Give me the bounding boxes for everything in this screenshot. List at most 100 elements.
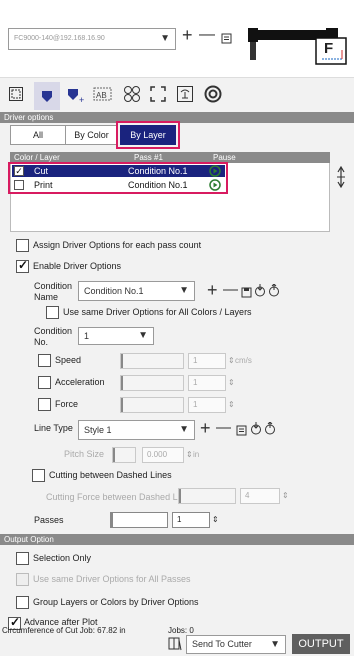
condition-no-select[interactable]: 1 ▼: [78, 327, 154, 345]
export-line-type-icon[interactable]: [264, 421, 276, 437]
text-ab-icon[interactable]: AB: [93, 86, 113, 105]
output-button[interactable]: OUTPUT: [292, 634, 350, 654]
acceleration-checkbox[interactable]: [38, 376, 51, 389]
remove-device-icon[interactable]: —: [199, 27, 215, 43]
force-slider[interactable]: [120, 397, 184, 413]
remove-condition-icon[interactable]: —: [223, 282, 238, 297]
send-to-select[interactable]: Send To Cutter ▼: [186, 635, 286, 654]
speed-checkbox[interactable]: [38, 354, 51, 367]
line-type-value: Style 1: [84, 425, 112, 435]
force-checkbox[interactable]: [38, 398, 51, 411]
row-checkbox[interactable]: ✓: [14, 166, 24, 176]
send-to-value: Send To Cutter: [192, 639, 252, 649]
save-icon[interactable]: [241, 286, 252, 300]
dashed-force-spinner-icon[interactable]: ⇕: [282, 491, 289, 500]
add-device-icon[interactable]: +: [182, 26, 193, 44]
tab-all-label: All: [32, 130, 43, 140]
selection-only-label: Selection Only: [33, 553, 92, 563]
pitch-size-input[interactable]: 0.000: [142, 447, 184, 463]
assign-per-pass-checkbox[interactable]: [16, 239, 29, 252]
group-layers-checkbox[interactable]: [16, 596, 29, 609]
pitch-size-unit: in: [193, 450, 200, 459]
driver-options-icon[interactable]: [34, 82, 60, 110]
speed-spinner-icon[interactable]: ⇕: [228, 356, 235, 365]
pause-icon[interactable]: [209, 179, 221, 194]
chevron-down-icon: ▼: [179, 424, 189, 435]
chevron-down-icon: ▼: [160, 33, 170, 44]
export-icon[interactable]: [268, 283, 280, 299]
use-same-all-layers-checkbox[interactable]: [46, 306, 59, 319]
add-condition-icon[interactable]: +: [207, 281, 218, 299]
page-setup-icon[interactable]: [8, 86, 24, 105]
speed-slider[interactable]: [120, 353, 184, 369]
force-label: Force: [55, 399, 79, 409]
tab-all[interactable]: All: [10, 125, 66, 145]
svg-text:+: +: [79, 95, 84, 104]
device-selector[interactable]: FC9000-140@192.168.16.90 ▼: [8, 28, 176, 50]
speed-unit: cm/s: [235, 356, 252, 365]
import-line-type-icon[interactable]: [250, 422, 262, 437]
book-icon[interactable]: [168, 637, 182, 654]
pitch-size-slider[interactable]: [112, 447, 136, 463]
force-input[interactable]: 1: [188, 397, 226, 413]
device-selector-value: FC9000-140@192.168.16.90: [14, 35, 105, 42]
pause-icon[interactable]: [209, 165, 221, 180]
enable-driver-options-label: Enable Driver Options: [33, 261, 122, 271]
tab-by-color-label: By Color: [74, 130, 109, 140]
weed-icon[interactable]: [176, 85, 194, 106]
acceleration-slider[interactable]: [120, 375, 184, 391]
passes-slider[interactable]: [110, 512, 168, 528]
add-line-type-icon[interactable]: +: [200, 419, 211, 437]
pitch-size-label: Pitch Size: [64, 449, 105, 459]
edit-line-type-icon[interactable]: [236, 424, 247, 438]
circumference-text: Circumference of Cut Job: 67.82 in: [2, 626, 126, 635]
svg-text:AB: AB: [96, 91, 107, 100]
tab-by-layer-label: By Layer: [130, 130, 166, 140]
dashed-force-slider[interactable]: [178, 488, 236, 504]
remove-line-type-icon[interactable]: —: [216, 420, 231, 435]
selection-only-checkbox[interactable]: [16, 552, 29, 565]
help-lifebuoy-icon[interactable]: [204, 85, 222, 106]
registration-marks-icon[interactable]: [123, 85, 141, 106]
row-name: Print: [34, 180, 53, 190]
table-row[interactable]: ✓ Cut Condition No.1: [12, 165, 225, 177]
chevron-down-icon: ▼: [270, 639, 280, 650]
force-spinner-icon[interactable]: ⇕: [228, 400, 235, 409]
table-row[interactable]: Print Condition No.1: [12, 179, 225, 191]
use-same-passes-checkbox: [16, 573, 29, 586]
enable-driver-options-checkbox[interactable]: [16, 258, 29, 273]
jobs-count: Jobs: 0: [168, 626, 194, 635]
line-type-label: Line Type: [34, 423, 73, 433]
acceleration-label: Acceleration: [55, 377, 105, 387]
condition-name-value: Condition No.1: [84, 286, 144, 296]
add-driver-option-icon[interactable]: +: [66, 86, 86, 107]
cutter-label: F: [324, 40, 334, 57]
condition-name-select[interactable]: Condition No.1 ▼: [78, 281, 195, 301]
dashed-force-input[interactable]: 4: [240, 488, 280, 504]
chevron-down-icon: ▼: [138, 330, 148, 341]
speed-label: Speed: [55, 355, 82, 365]
import-icon[interactable]: [254, 284, 266, 299]
group-layers-label: Group Layers or Colors by Driver Options: [33, 597, 199, 607]
row-condition: Condition No.1: [128, 180, 188, 190]
row-condition: Condition No.1: [128, 166, 188, 176]
crop-marks-icon[interactable]: [150, 86, 166, 105]
row-checkbox[interactable]: [14, 180, 24, 190]
condition-name-label: Condition Name: [34, 281, 73, 302]
speed-input[interactable]: 1: [188, 353, 226, 369]
edit-icon[interactable]: [221, 32, 232, 46]
acceleration-input[interactable]: 1: [188, 375, 226, 391]
sort-order-icon[interactable]: [336, 165, 346, 191]
acceleration-spinner-icon[interactable]: ⇕: [228, 378, 235, 387]
cutter-image: F: [246, 22, 348, 66]
pitch-size-spinner-icon[interactable]: ⇕: [186, 450, 193, 459]
output-option-header: Output Option: [0, 534, 354, 545]
passes-input[interactable]: 1: [172, 512, 210, 528]
line-type-select[interactable]: Style 1 ▼: [78, 420, 195, 440]
tab-by-color[interactable]: By Color: [66, 125, 118, 145]
tab-by-layer[interactable]: By Layer: [120, 125, 176, 145]
cutting-dashed-checkbox[interactable]: [32, 469, 45, 482]
passes-spinner-icon[interactable]: ⇕: [212, 515, 219, 524]
cutting-dashed-label: Cutting between Dashed Lines: [49, 470, 172, 480]
row-name: Cut: [34, 166, 49, 176]
